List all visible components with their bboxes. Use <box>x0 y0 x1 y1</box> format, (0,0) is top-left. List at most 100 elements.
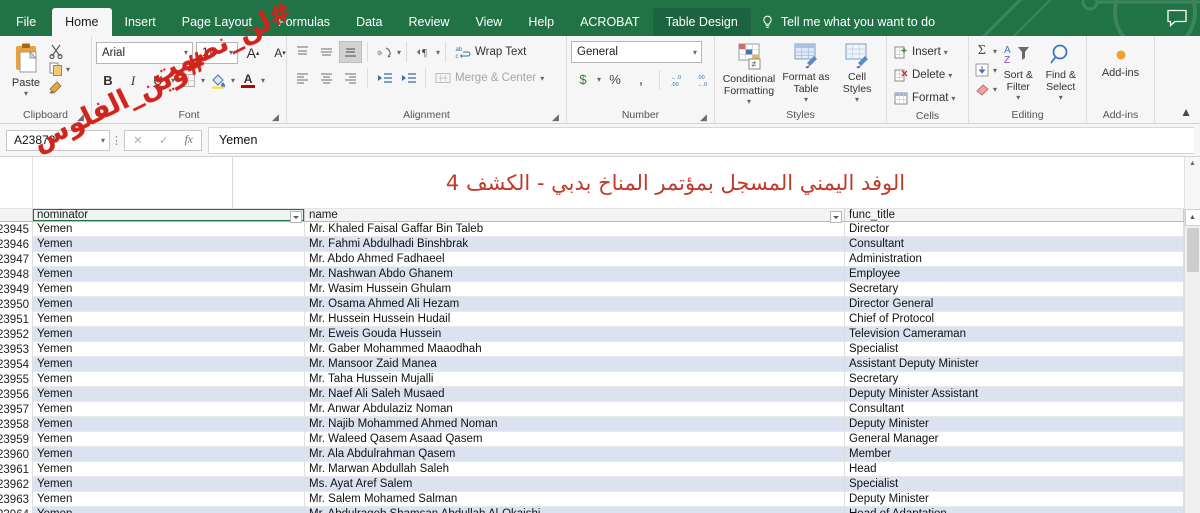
align-left-button[interactable] <box>291 67 314 89</box>
chevron-down-icon[interactable]: ▾ <box>66 65 70 74</box>
cell-func-title[interactable]: General Manager <box>845 432 1184 447</box>
cell-name[interactable]: Mr. Khaled Faisal Gaffar Bin Taleb <box>305 222 845 237</box>
table-row[interactable]: 23954 Yemen Mr. Mansoor Zaid Manea Assistan… <box>0 357 1184 372</box>
chevron-down-icon[interactable]: ▾ <box>201 76 205 85</box>
chevron-down-icon[interactable]: ▾ <box>231 76 235 85</box>
table-row[interactable]: 23959 Yemen Mr. Waleed Qasem Asaad Qasem Ge… <box>0 432 1184 447</box>
cell-name[interactable]: Mr. Hussein Hussein Hudail <box>305 312 845 327</box>
alignment-dialog-launcher[interactable]: ◢ <box>551 113 560 122</box>
addins-button[interactable]: Add-ins <box>1093 41 1149 79</box>
table-row[interactable]: 23948 Yemen Mr. Nashwan Abdo Ghanem Employe… <box>0 267 1184 282</box>
percent-button[interactable]: % <box>603 68 627 91</box>
chevron-down-icon[interactable]: ▾ <box>747 97 751 106</box>
cell-func-title[interactable]: Chief of Protocol <box>845 312 1184 327</box>
cell-name[interactable]: Mr. Anwar Abdulaziz Noman <box>305 402 845 417</box>
name-box[interactable]: A23873 ▾ <box>6 129 110 151</box>
row-header[interactable]: 23952 <box>0 327 33 342</box>
cell-nominator[interactable]: Yemen <box>33 252 305 267</box>
format-as-table-button[interactable]: Format as Table ▾ <box>779 41 833 104</box>
scroll-up-button[interactable]: ▲ <box>1184 157 1200 209</box>
find-select-button[interactable]: Find & Select ▾ <box>1040 41 1082 102</box>
filter-dropdown-nominator[interactable] <box>290 211 302 223</box>
chevron-up-icon[interactable]: ▲ <box>1180 105 1192 119</box>
cell-nominator[interactable]: Yemen <box>33 372 305 387</box>
formula-input[interactable]: Yemen <box>208 126 1194 154</box>
align-right-button[interactable] <box>339 67 362 89</box>
cell-func-title[interactable]: Assistant Deputy Minister <box>845 357 1184 372</box>
insert-cells-button[interactable]: Insert ▾ <box>891 41 951 63</box>
decrease-indent-button[interactable] <box>373 67 396 89</box>
cell-func-title[interactable]: Director General <box>845 297 1184 312</box>
chevron-down-icon[interactable]: ▾ <box>24 89 28 98</box>
fill-button[interactable] <box>973 61 991 79</box>
cell-nominator[interactable]: Yemen <box>33 312 305 327</box>
row-header[interactable]: 23959 <box>0 432 33 447</box>
cell-nominator[interactable]: Yemen <box>33 507 305 513</box>
cell-func-title[interactable]: Specialist <box>845 477 1184 492</box>
cell-name[interactable]: Mr. Osama Ahmed Ali Hezam <box>305 297 845 312</box>
cell-name[interactable]: Ms. Ayat Aref Salem <box>305 477 845 492</box>
grow-font-button[interactable]: A ▴ <box>241 41 265 64</box>
chevron-down-icon[interactable]: ▾ <box>944 48 948 57</box>
cell-nominator[interactable]: Yemen <box>33 447 305 462</box>
scroll-up-icon[interactable]: ▲ <box>1184 209 1200 226</box>
cell-nominator[interactable]: Yemen <box>33 237 305 252</box>
table-row[interactable]: 23963 Yemen Mr. Salem Mohamed Salman Deputy… <box>0 492 1184 507</box>
cell-func-title[interactable]: Deputy Minister <box>845 492 1184 507</box>
row-header[interactable]: 23964 <box>0 507 33 513</box>
table-row[interactable]: 23962 Yemen Ms. Ayat Aref Salem Specialist <box>0 477 1184 492</box>
ribbon-tab-help[interactable]: Help <box>515 8 567 36</box>
row-header[interactable]: 23958 <box>0 417 33 432</box>
chevron-down-icon[interactable]: ▾ <box>397 48 401 57</box>
row-header[interactable]: 23947 <box>0 252 33 267</box>
borders-button[interactable] <box>176 69 200 92</box>
cell-name[interactable]: Mr. Marwan Abdullah Saleh <box>305 462 845 477</box>
cell-nominator[interactable]: Yemen <box>33 492 305 507</box>
row-header[interactable]: 23946 <box>0 237 33 252</box>
cell-name[interactable]: Mr. Waleed Qasem Asaad Qasem <box>305 432 845 447</box>
cell-styles-button[interactable]: Cell Styles ▾ <box>833 41 881 104</box>
orientation-button[interactable]: a <box>373 41 396 63</box>
scrollbar-thumb[interactable] <box>1186 228 1199 272</box>
table-row[interactable]: 23950 Yemen Mr. Osama Ahmed Ali Hezam Direc… <box>0 297 1184 312</box>
cell-name[interactable]: Mr. Abdulraqeb Shamsan Abdullah Al-Okais… <box>305 507 845 513</box>
increase-decimal-button[interactable]: ←.0 .00 <box>666 68 690 91</box>
vertical-scrollbar[interactable]: ▲ ▲ <box>1184 157 1200 513</box>
cell-func-title[interactable]: Secretary <box>845 282 1184 297</box>
ribbon-tab-acrobat[interactable]: ACROBAT <box>567 8 653 36</box>
format-cells-button[interactable]: Format ▾ <box>891 87 958 109</box>
cell-nominator[interactable]: Yemen <box>33 297 305 312</box>
cell-nominator[interactable]: Yemen <box>33 417 305 432</box>
chevron-down-icon[interactable]: ▾ <box>1059 93 1063 102</box>
cell-func-title[interactable]: Head <box>845 462 1184 477</box>
row-header[interactable]: 23950 <box>0 297 33 312</box>
chevron-down-icon[interactable]: ▾ <box>540 74 544 83</box>
cell-name[interactable]: Mr. Mansoor Zaid Manea <box>305 357 845 372</box>
table-row[interactable]: 23951 Yemen Mr. Hussein Hussein Hudail Chie… <box>0 312 1184 327</box>
cell-nominator[interactable]: Yemen <box>33 267 305 282</box>
ribbon-tab-data[interactable]: Data <box>343 8 395 36</box>
cell-name[interactable]: Mr. Fahmi Abdulhadi Binshbrak <box>305 237 845 252</box>
cell-name[interactable]: Mr. Nashwan Abdo Ghanem <box>305 267 845 282</box>
fill-color-button[interactable] <box>206 69 230 92</box>
row-header[interactable]: 23954 <box>0 357 33 372</box>
cell-func-title[interactable]: Director <box>845 222 1184 237</box>
row-header[interactable]: 23951 <box>0 312 33 327</box>
fx-icon[interactable]: fx <box>185 134 193 146</box>
table-row[interactable]: 23961 Yemen Mr. Marwan Abdullah Saleh Head <box>0 462 1184 477</box>
italic-button[interactable]: I <box>121 69 145 92</box>
tell-me-search[interactable]: Tell me what you want to do <box>751 8 935 36</box>
delete-cells-button[interactable]: Delete ▾ <box>891 64 955 86</box>
cell-nominator[interactable]: Yemen <box>33 402 305 417</box>
column-header-nominator[interactable]: nominator <box>33 209 305 223</box>
cell-func-title[interactable]: Consultant <box>845 237 1184 252</box>
font-size-select[interactable]: 11 ▾ <box>196 41 238 64</box>
cell-nominator[interactable]: Yemen <box>33 222 305 237</box>
cell-nominator[interactable]: Yemen <box>33 282 305 297</box>
sheet-title[interactable]: الوفد اليمني المسجل بمؤتمر المناخ بدبي -… <box>233 157 1178 208</box>
cell-name[interactable]: Mr. Salem Mohamed Salman <box>305 492 845 507</box>
row-header[interactable]: 23962 <box>0 477 33 492</box>
table-row[interactable]: 23945 Yemen Mr. Khaled Faisal Gaffar Bin T… <box>0 222 1184 237</box>
ribbon-tab-page-layout[interactable]: Page Layout <box>169 8 265 36</box>
cell-func-title[interactable]: Deputy Minister <box>845 417 1184 432</box>
